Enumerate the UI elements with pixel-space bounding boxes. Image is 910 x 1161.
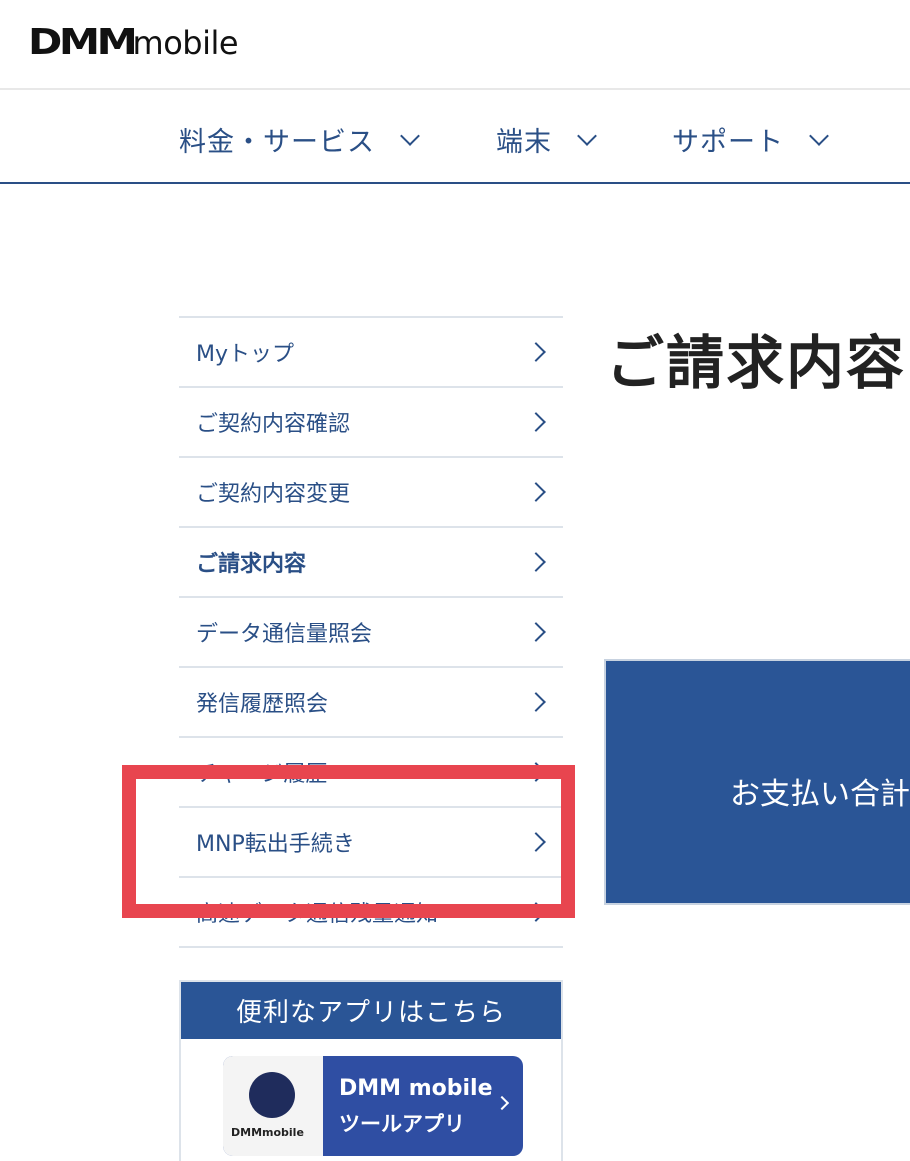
chevron-right-icon [494,1095,510,1111]
chevron-right-icon [526,762,546,782]
sidebar-item-label: 発信履歴照会 [196,692,329,717]
sidebar-item-contract-check[interactable]: ご契約内容確認 [179,388,563,458]
sidebar-item-data-usage[interactable]: データ通信量照会 [179,598,563,668]
sidebar-item-label: データ通信量照会 [196,622,373,647]
nav-label: 料金・サービス [179,127,375,158]
payment-total-label: お支払い合計 [730,777,910,812]
app-banner-title: DMM mobile [339,1076,493,1101]
sidebar-item-label: MNP転出手続き [196,832,355,857]
app-icon: DMMmobile [223,1056,323,1156]
chevron-right-icon [526,412,546,432]
chevron-down-icon [809,125,829,146]
sidebar-item-contract-change[interactable]: ご契約内容変更 [179,458,563,528]
app-icon-text: DMMmobile [231,1126,304,1139]
sidebar-item-charge-history[interactable]: チャージ履歴 [179,738,563,808]
chevron-right-icon [526,622,546,642]
app-banner[interactable]: DMMmobile DMM mobile ツールアプリ [223,1056,523,1156]
chevron-down-icon [577,125,597,146]
sidebar-item-data-notify[interactable]: 高速データ通信残量通知 [179,878,563,948]
site-header: DMM mobile [0,0,910,90]
sidebar-item-label: ご契約内容変更 [196,482,351,507]
nav-item-devices[interactable]: 端末 [496,120,597,159]
apps-section: 便利なアプリはこちら DMMmobile DMM mobile ツールアプリ [179,980,563,1161]
app-banner-subtitle: ツールアプリ [339,1112,465,1136]
nav-label: サポート [672,127,784,158]
sidebar-item-label: チャージ履歴 [196,762,328,787]
chevron-right-icon [526,692,546,712]
logo-dmm-text: DMM [28,22,138,63]
app-logo-icon [249,1072,295,1118]
sidebar-item-label: Myトップ [196,342,295,367]
nav-label: 端末 [496,127,552,158]
chevron-right-icon [526,902,546,922]
sidebar-item-call-history[interactable]: 発信履歴照会 [179,668,563,738]
nav-item-support[interactable]: サポート [672,120,829,159]
nav-item-pricing[interactable]: 料金・サービス [179,120,420,159]
apps-header: 便利なアプリはこちら [181,982,561,1039]
main-nav: 料金・サービス 端末 サポート [0,92,910,184]
sidebar-item-label: 高速データ通信残量通知 [196,902,439,927]
dmm-mobile-logo[interactable]: DMM mobile [28,22,239,66]
chevron-right-icon [526,342,546,362]
chevron-down-icon [400,125,420,146]
chevron-right-icon [526,482,546,502]
payment-total-panel: お支払い合計 [604,659,910,905]
sidebar-item-mnp-transfer[interactable]: MNP転出手続き [179,808,563,878]
sidebar-item-label: ご契約内容確認 [196,412,351,437]
sidebar-menu: Myトップ ご契約内容確認 ご契約内容変更 ご請求内容 データ通信量照会 発信履… [179,316,563,948]
sidebar-item-billing[interactable]: ご請求内容 [179,528,563,598]
sidebar-item-label: ご請求内容 [196,552,307,577]
sidebar-item-mytop[interactable]: Myトップ [179,318,563,388]
logo-mobile-text: mobile [132,24,239,62]
chevron-right-icon [526,552,546,572]
chevron-right-icon [526,832,546,852]
page-title: ご請求内容 [606,329,907,397]
